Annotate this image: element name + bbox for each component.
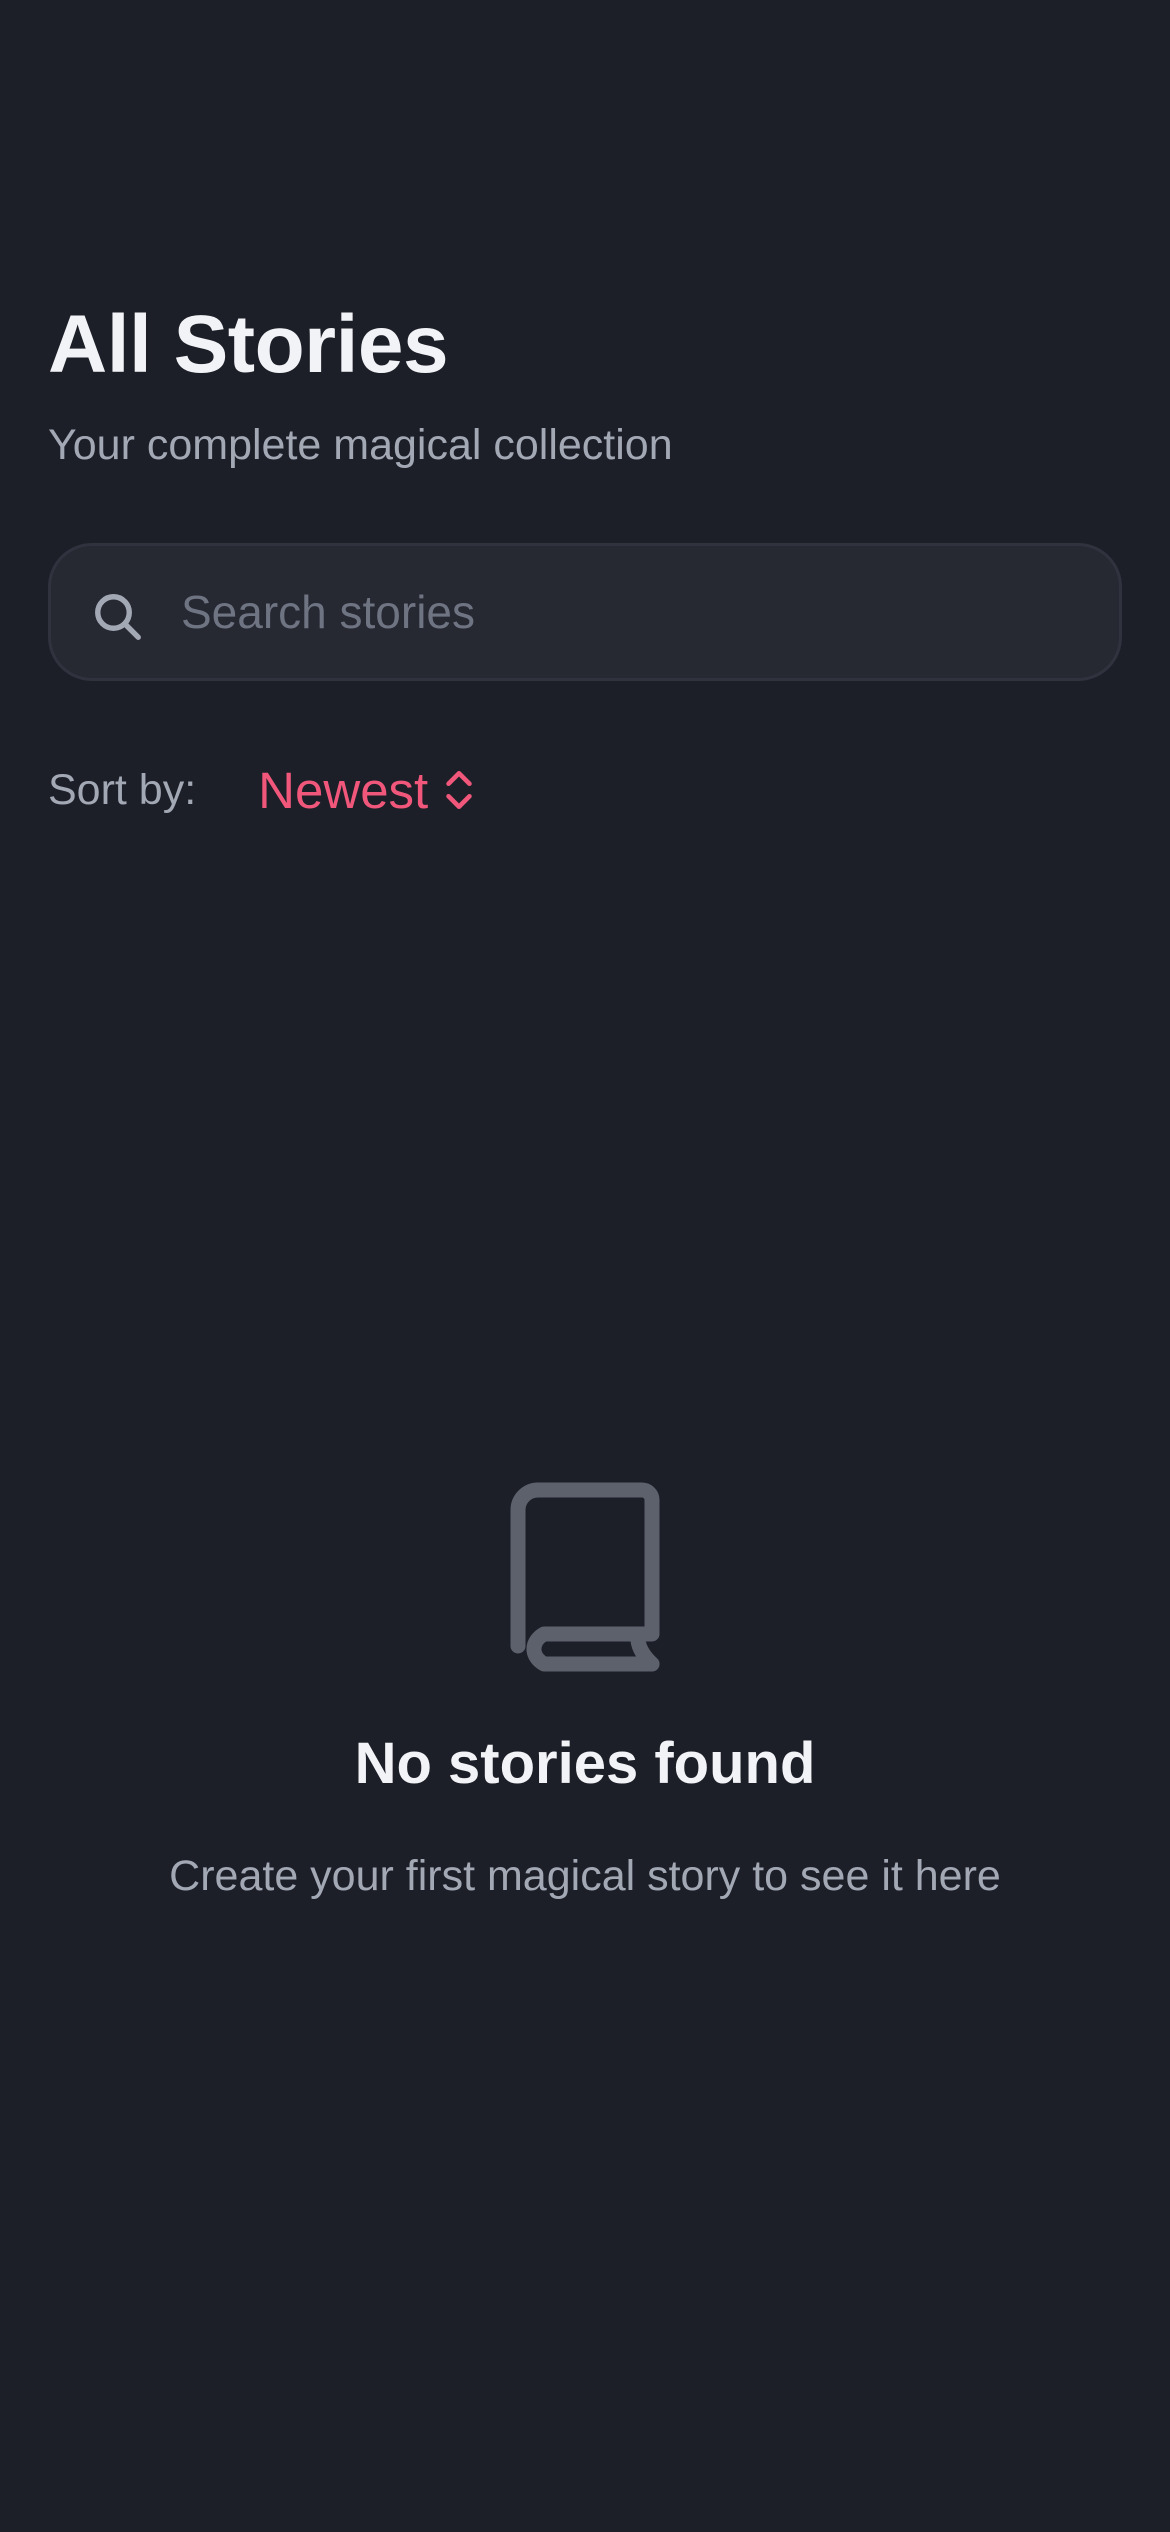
empty-state-title: No stories found	[354, 1731, 816, 1796]
sort-control: Sort by: Newest	[48, 755, 476, 825]
page-subtitle: Your complete magical collection	[48, 421, 673, 469]
search-bar[interactable]	[48, 543, 1122, 681]
sort-selected-value: Newest	[258, 761, 429, 819]
search-icon	[95, 594, 141, 640]
all-stories-screen: All Stories Your complete magical collec…	[0, 0, 1170, 2532]
sort-label: Sort by:	[48, 765, 197, 814]
chevron-up-down-icon	[446, 770, 472, 810]
search-input[interactable]	[181, 546, 1081, 678]
page-title: All Stories	[48, 299, 449, 390]
book-icon	[510, 1482, 660, 1672]
empty-state-description: Create your first magical story to see i…	[169, 1852, 1001, 1900]
sort-select[interactable]: Newest	[258, 761, 476, 820]
